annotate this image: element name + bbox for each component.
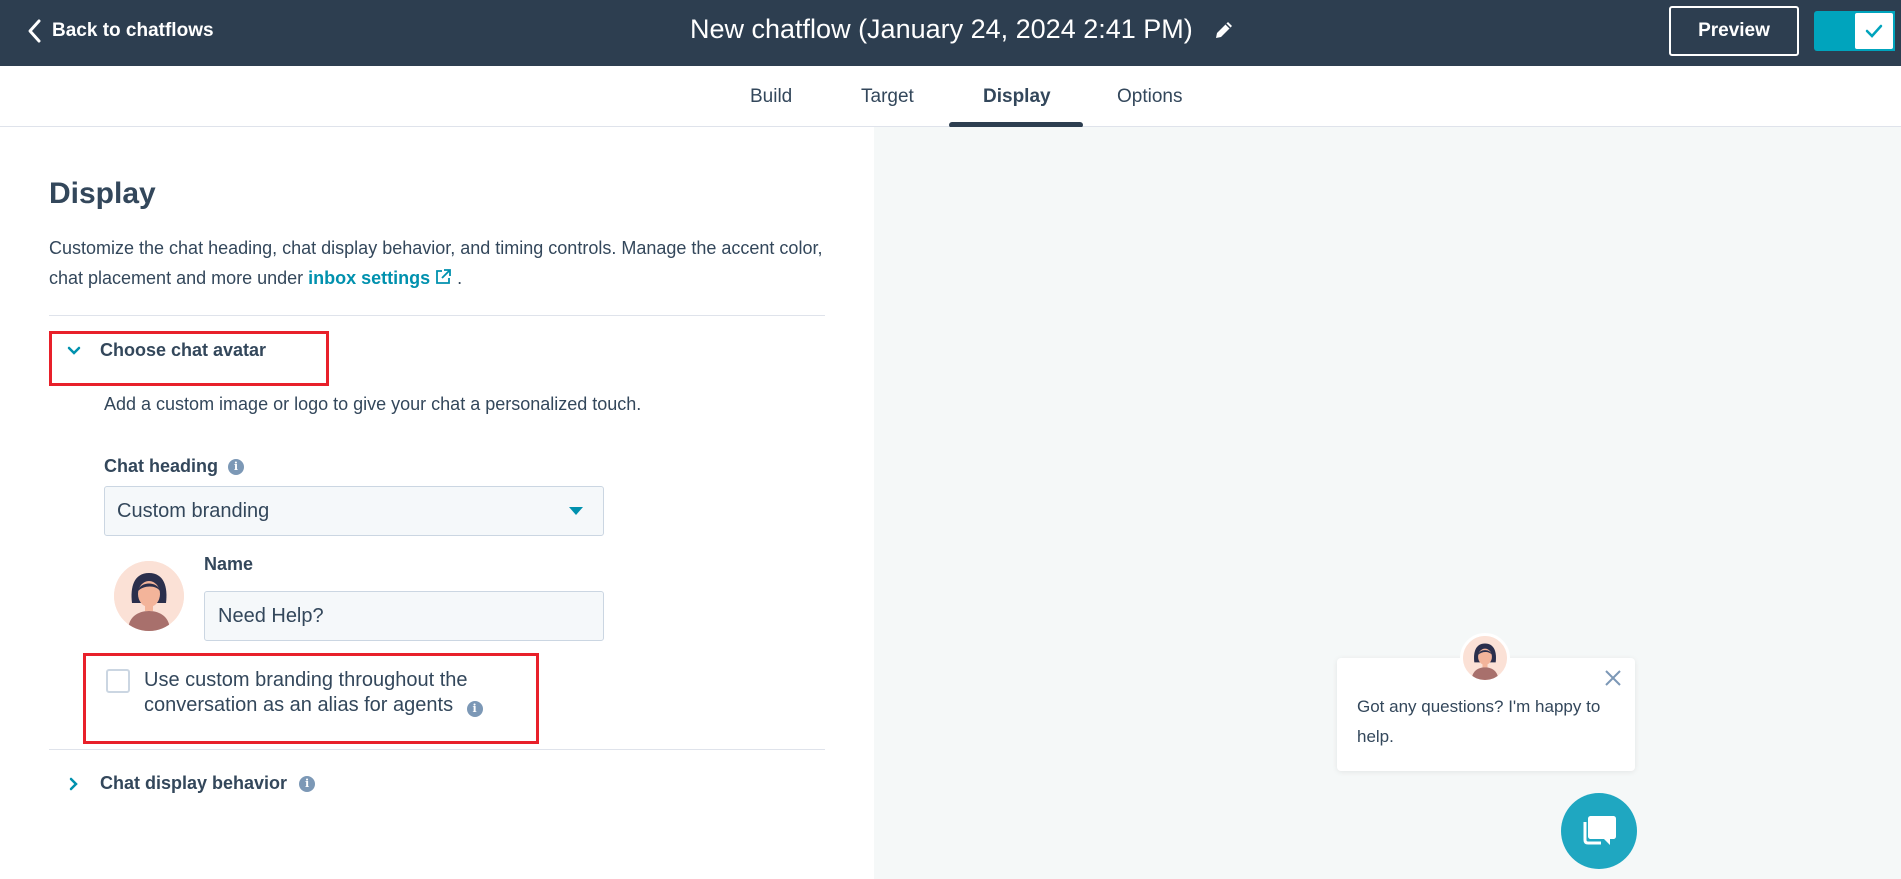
chevron-right-icon bbox=[69, 777, 78, 790]
save-button[interactable] bbox=[1814, 11, 1895, 51]
name-label-wrap: Name bbox=[204, 554, 253, 575]
inbox-settings-link[interactable]: inbox settings bbox=[308, 268, 452, 288]
chat-bubble-icon bbox=[1583, 816, 1616, 845]
chat-avatar bbox=[1460, 633, 1510, 683]
name-label: Name bbox=[204, 554, 254, 574]
preview-button[interactable]: Preview bbox=[1669, 6, 1799, 56]
chat-welcome-message: Got any questions? I'm happy to help. bbox=[1357, 697, 1601, 746]
close-icon[interactable] bbox=[1603, 668, 1623, 688]
description-end: . bbox=[452, 268, 463, 288]
page-title: New chatflow (January 24, 2024 2:41 PM) bbox=[690, 14, 1193, 44]
chat-heading-select[interactable]: Custom branding bbox=[104, 486, 604, 536]
top-bar: Back to chatflows New chatflow (January … bbox=[0, 0, 1901, 66]
settings-panel: Display Customize the chat heading, chat… bbox=[0, 127, 874, 879]
divider bbox=[49, 315, 825, 316]
chevron-left-icon bbox=[28, 19, 41, 43]
back-label: Back to chatflows bbox=[52, 20, 214, 41]
tab-bar: Build Target Display Options bbox=[0, 66, 1901, 128]
display-description: Customize the chat heading, chat display… bbox=[49, 233, 839, 293]
inbox-settings-label: inbox settings bbox=[308, 268, 431, 288]
highlight-box bbox=[83, 653, 539, 744]
chat-launcher-button[interactable] bbox=[1561, 793, 1637, 869]
tab-options[interactable]: Options bbox=[1117, 86, 1182, 108]
info-icon[interactable]: i bbox=[228, 458, 245, 475]
tab-target[interactable]: Target bbox=[861, 86, 914, 108]
title-wrap: New chatflow (January 24, 2024 2:41 PM) bbox=[690, 14, 1235, 45]
checkmark-icon bbox=[1855, 13, 1893, 49]
caret-down-icon bbox=[569, 507, 583, 515]
tab-build[interactable]: Build bbox=[750, 86, 792, 108]
section-title: Display bbox=[49, 177, 156, 210]
pencil-icon[interactable] bbox=[1213, 19, 1235, 41]
name-field[interactable] bbox=[204, 591, 604, 641]
chat-heading-value: Custom branding bbox=[117, 499, 270, 522]
avatar[interactable] bbox=[114, 561, 184, 631]
avatar-description: Add a custom image or logo to give your … bbox=[104, 394, 642, 414]
chat-display-behavior-label: Chat display behavior bbox=[100, 773, 288, 793]
divider bbox=[49, 749, 825, 750]
chat-display-behavior-toggle[interactable]: Chat display behavior i bbox=[66, 773, 316, 794]
highlight-box bbox=[49, 331, 329, 386]
tab-display[interactable]: Display bbox=[983, 86, 1051, 108]
external-link-icon bbox=[436, 269, 452, 284]
chat-heading-label-wrap: Chat heading i bbox=[104, 456, 245, 477]
info-icon[interactable]: i bbox=[299, 775, 316, 792]
chat-heading-label: Chat heading bbox=[104, 456, 219, 476]
back-to-chatflows-link[interactable]: Back to chatflows bbox=[26, 18, 214, 44]
